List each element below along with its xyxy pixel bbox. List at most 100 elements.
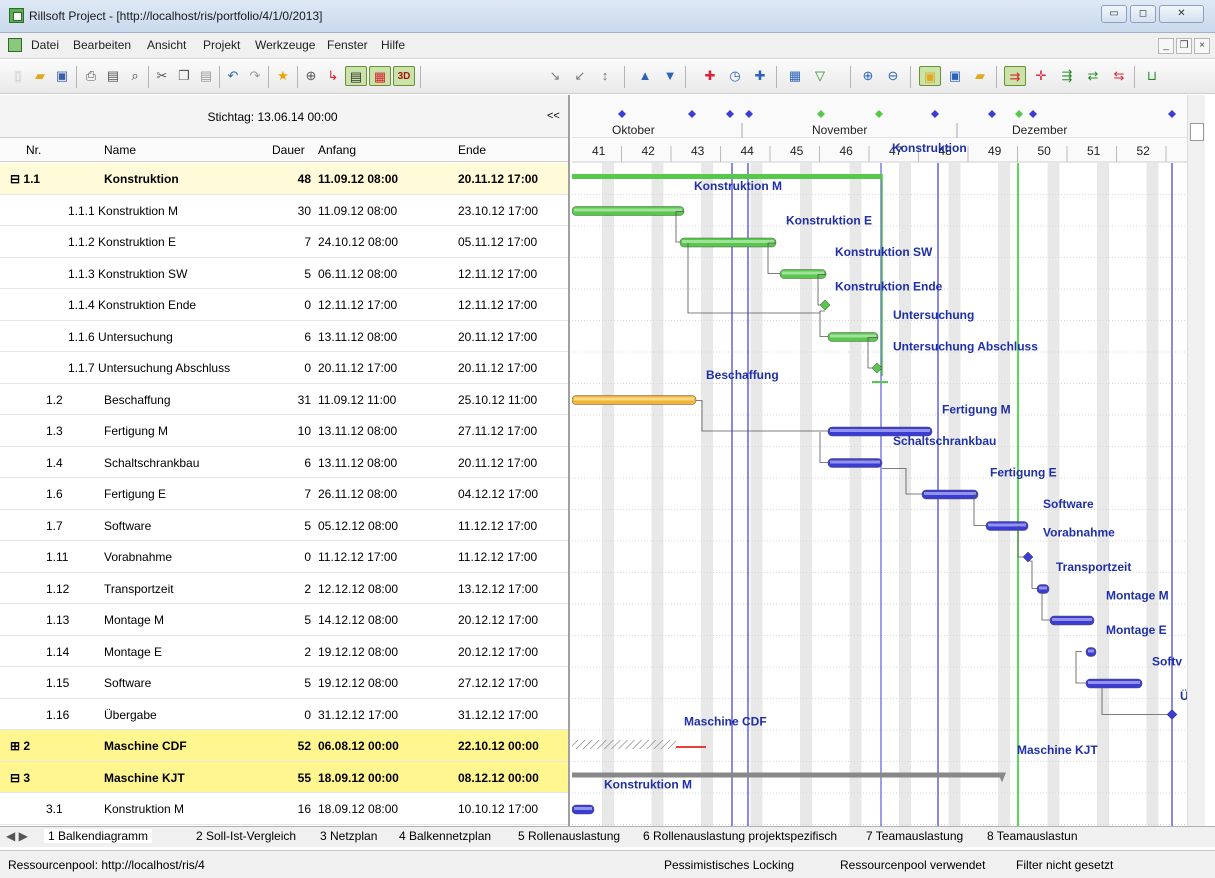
split-icon[interactable]: ⇄ xyxy=(1083,66,1103,86)
tab-soll-ist[interactable]: 2 Soll-Ist-Vergleich xyxy=(196,829,296,843)
mdi-restore-button[interactable]: ❐ xyxy=(1176,38,1192,54)
copy-icon[interactable]: ❐ xyxy=(174,66,194,86)
cut-icon[interactable]: ✂ xyxy=(152,66,172,86)
undo-icon[interactable]: ↶ xyxy=(223,66,243,86)
table-row[interactable]: 1.1.1 Konstruktion M 30 11.09.12 08:00 23.1… xyxy=(0,195,568,226)
close-button[interactable]: ✕ xyxy=(1159,5,1204,23)
save-icon[interactable]: ▣ xyxy=(52,66,72,86)
add-resource-icon[interactable]: ✚ xyxy=(750,66,770,86)
table-row[interactable]: 1.11 Vorabnahme 0 11.12.12 17:00 11.12.12 17… xyxy=(0,541,568,573)
critical-path-icon[interactable]: ⇉ xyxy=(1004,66,1026,86)
menu-hilfe[interactable]: Hilfe xyxy=(381,38,405,52)
dependency-link xyxy=(767,242,780,274)
link-icon[interactable]: ⊕ xyxy=(301,66,321,86)
star-icon[interactable]: ★ xyxy=(273,66,293,86)
move-down-icon[interactable]: ▼ xyxy=(660,66,680,86)
tab-netzplan[interactable]: 3 Netzplan xyxy=(320,829,377,843)
table-row[interactable]: 1.14 Montage E 2 19.12.12 08:00 20.12.12 17:… xyxy=(0,636,568,667)
add-task-icon[interactable]: ✚ xyxy=(700,66,720,86)
header-nr[interactable]: Nr. xyxy=(26,143,41,157)
mdi-close-button[interactable]: × xyxy=(1194,38,1210,54)
open-folder-icon[interactable]: ▰ xyxy=(30,66,50,86)
scrollbar-thumb[interactable] xyxy=(1190,123,1204,141)
header-dauer[interactable]: Dauer xyxy=(272,143,305,157)
sync-icon[interactable]: ⇆ xyxy=(1109,66,1129,86)
print-preview-icon[interactable]: ▤ xyxy=(103,66,123,86)
tab-rollenauslastung[interactable]: 5 Rollenauslastung xyxy=(518,829,620,843)
cell-ende: 22.10.12 00:00 xyxy=(458,739,539,753)
bar-label: Konstruktion xyxy=(892,141,967,155)
maximize-button[interactable]: ◻ xyxy=(1130,5,1156,23)
layout-icon[interactable]: ▣ xyxy=(919,66,941,86)
table-row[interactable]: 1.6 Fertigung E 7 26.11.12 08:00 04.12.12 17… xyxy=(0,478,568,510)
move-up-icon[interactable]: ▲ xyxy=(635,66,655,86)
zoom-in-icon[interactable]: ⊕ xyxy=(858,66,878,86)
table-row[interactable]: ⊟ 1.1 Konstruktion 48 11.09.12 08:00 20.11.1… xyxy=(0,163,568,195)
window-icon[interactable]: ▣ xyxy=(945,66,965,86)
table-row[interactable]: 3.1 Konstruktion M 16 18.09.12 08:00 10.10.1… xyxy=(0,793,568,825)
table-row[interactable]: 1.3 Fertigung M 10 13.11.12 08:00 27.11.12 1… xyxy=(0,415,568,447)
paste-icon[interactable]: ▤ xyxy=(196,66,216,86)
menu-projekt[interactable]: Projekt xyxy=(203,38,240,52)
insert-icon[interactable]: ↕ xyxy=(595,66,615,86)
collapse-button[interactable]: << xyxy=(547,110,560,122)
menu-werkzeuge[interactable]: Werkzeuge xyxy=(255,38,315,52)
table-row[interactable]: 1.1.6 Untersuchung 6 13.11.12 08:00 20.11.1… xyxy=(0,321,568,352)
table-row[interactable]: 1.1.2 Konstruktion E 7 24.10.12 08:00 05.11… xyxy=(0,226,568,258)
table-row[interactable]: 1.1.3 Konstruktion SW 5 06.11.12 08:00 12.1… xyxy=(0,258,568,289)
table-row[interactable]: 1.1.4 Konstruktion Ende 0 12.11.12 17:00 12… xyxy=(0,289,568,321)
menu-datei[interactable]: Datei xyxy=(31,38,59,52)
new-document-icon[interactable]: ▯ xyxy=(8,66,28,86)
document-icon xyxy=(8,38,22,52)
cell-name: Konstruktion xyxy=(104,172,179,186)
minimize-button[interactable]: ▭ xyxy=(1101,5,1127,23)
menu-fenster[interactable]: Fenster xyxy=(327,38,368,52)
cell-dauer: 5 xyxy=(304,676,311,690)
print-icon[interactable]: ⎙ xyxy=(81,66,101,86)
cell-name: Fertigung E xyxy=(104,487,167,501)
table-row[interactable]: ⊟ 3 Maschine KJT 55 18.09.12 00:00 08.12.12 … xyxy=(0,761,568,793)
critical-arrow-icon[interactable]: ↳ xyxy=(323,66,343,86)
table-row[interactable]: 1.4 Schaltschrankbau 6 13.11.12 08:00 20.11.… xyxy=(0,447,568,478)
folder-open-icon[interactable]: ▰ xyxy=(970,66,990,86)
header-ende[interactable]: Ende xyxy=(458,143,486,157)
menu-bearbeiten[interactable]: Bearbeiten xyxy=(73,38,131,52)
vertical-scrollbar[interactable] xyxy=(1187,95,1205,826)
tab-balkennetzplan[interactable]: 4 Balkennetzplan xyxy=(399,829,491,843)
cell-dauer: 0 xyxy=(304,707,311,722)
filter-icon[interactable]: ▽ xyxy=(810,66,830,86)
zoom-out-icon[interactable]: ⊖ xyxy=(883,66,903,86)
table-row[interactable]: 1.12 Transportzeit 2 12.12.12 08:00 13.12.12… xyxy=(0,573,568,604)
table-row[interactable]: 1.16 Übergabe 0 31.12.12 17:00 31.12.12 17:0… xyxy=(0,699,568,730)
tab-balkendiagramm[interactable]: 1 Balkendiagramm xyxy=(44,829,153,843)
calendar-icon[interactable]: ▦ xyxy=(785,66,805,86)
table-row[interactable]: ⊞ 2 Maschine CDF 52 06.08.12 00:00 22.10.12 … xyxy=(0,730,568,762)
connect-icon[interactable]: ⇶ xyxy=(1057,66,1077,86)
table-row[interactable]: 1.2 Beschaffung 31 11.09.12 11:00 25.10.12 1… xyxy=(0,384,568,415)
redo-icon[interactable]: ↷ xyxy=(245,66,265,86)
cell-ende: 10.10.12 17:00 xyxy=(458,802,539,816)
table-row[interactable]: 1.1.7 Untersuchung Abschluss 0 20.11.12 17… xyxy=(0,352,568,384)
mdi-minimize-button[interactable]: _ xyxy=(1158,38,1174,54)
find-icon[interactable]: ⌕ xyxy=(125,66,145,86)
fit-icon[interactable]: ⊔ xyxy=(1142,66,1162,86)
table-row[interactable]: 1.15 Software 5 19.12.12 08:00 27.12.12 17:0… xyxy=(0,667,568,699)
add-milestone-icon[interactable]: ◷ xyxy=(725,66,745,86)
header-name[interactable]: Name xyxy=(104,143,136,157)
tab-scroll-left[interactable]: ◀ ▶ xyxy=(6,829,28,843)
view-3d-button[interactable]: 3D xyxy=(393,66,415,86)
table-row[interactable]: 1.7 Software 5 05.12.12 08:00 11.12.12 17:00 xyxy=(0,510,568,541)
bar-label: Untersuchung Abschluss xyxy=(893,340,1038,354)
tab-teamauslastung[interactable]: 7 Teamauslastung xyxy=(866,829,963,843)
tab-rollenauslastung-projekt[interactable]: 6 Rollenauslastung projektspezifisch xyxy=(643,829,837,843)
gantt-resource-view-icon[interactable]: ▦ xyxy=(369,66,391,86)
gantt-view-icon[interactable]: ▤ xyxy=(345,66,367,86)
menu-ansicht[interactable]: Ansicht xyxy=(147,38,186,52)
arrows-icon[interactable]: ✛ xyxy=(1031,66,1051,86)
tab-teamauslastung-2[interactable]: 8 Teamauslastun xyxy=(987,829,1078,843)
outdent-icon[interactable]: ↙ xyxy=(570,66,590,86)
table-row[interactable]: 1.13 Montage M 5 14.12.12 08:00 20.12.12 17:… xyxy=(0,604,568,636)
header-anfang[interactable]: Anfang xyxy=(318,143,356,157)
bar-label: Montage M xyxy=(1106,588,1169,602)
indent-icon[interactable]: ↘ xyxy=(545,66,565,86)
